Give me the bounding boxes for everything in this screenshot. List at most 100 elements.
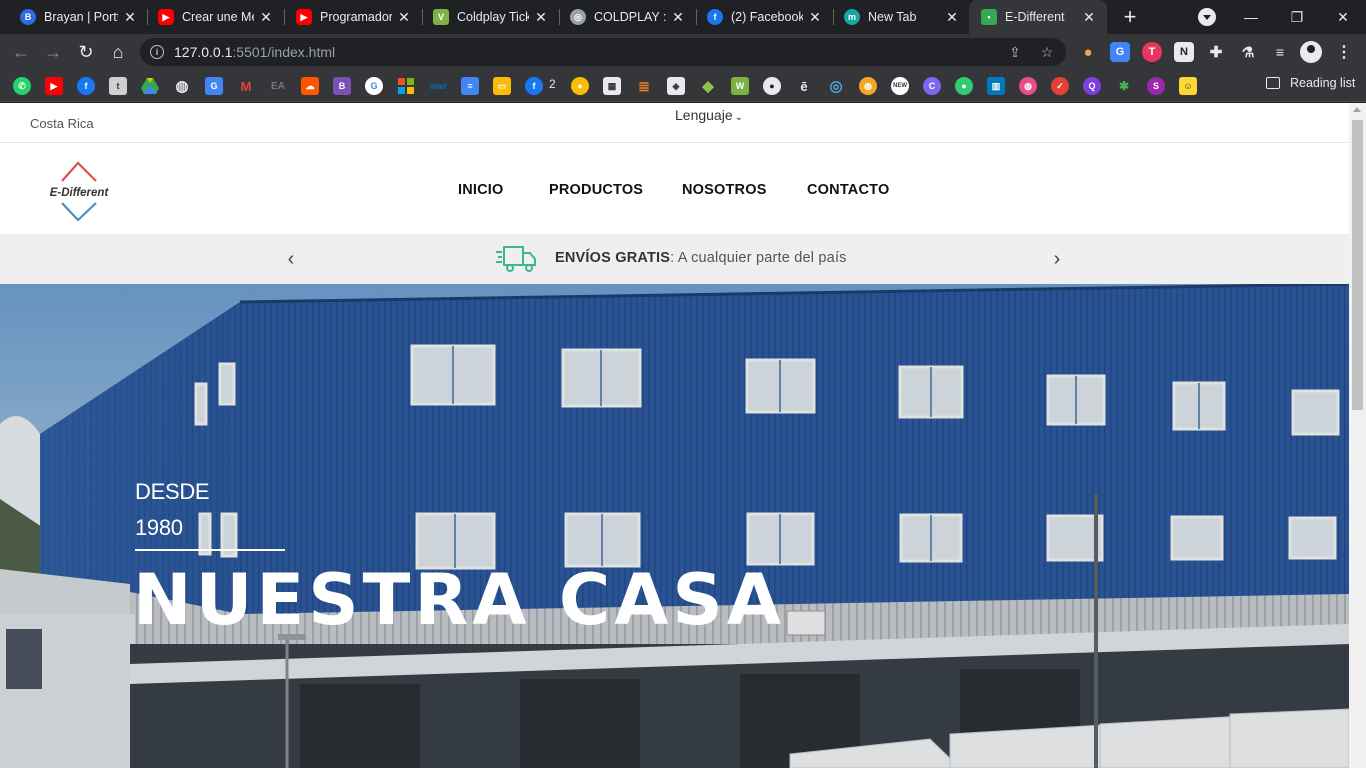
- site-icon: ▪: [981, 9, 997, 25]
- tab-new-tab[interactable]: m New Tab ✕: [832, 0, 970, 34]
- gmail-icon[interactable]: M: [237, 77, 255, 95]
- chevron-right-icon[interactable]: ›: [1047, 248, 1067, 270]
- c-icon[interactable]: C: [923, 77, 941, 95]
- bookmark-count-label[interactable]: 2: [549, 77, 556, 91]
- tab-title: E-Different: [1005, 10, 1065, 24]
- intel-icon[interactable]: intel: [429, 77, 447, 95]
- notion-icon[interactable]: N: [1174, 42, 1194, 62]
- menu-kebab-icon[interactable]: ⋮: [1334, 42, 1354, 62]
- back-arrow-icon[interactable]: ←: [8, 39, 34, 65]
- translate-icon[interactable]: G: [1110, 42, 1130, 62]
- tumblr-icon[interactable]: t: [109, 77, 127, 95]
- facebook-icon[interactable]: f: [77, 77, 95, 95]
- diamond-icon[interactable]: ◆: [699, 77, 717, 95]
- restore-icon[interactable]: ❐: [1274, 0, 1320, 34]
- target-icon[interactable]: ◎: [827, 77, 845, 95]
- tab-strip: B Brayan | Portfo ✕ ▶ Crear une Me ✕ ▶ P…: [0, 0, 1366, 34]
- slack-like-icon[interactable]: ✱: [1115, 77, 1133, 95]
- google-icon[interactable]: G: [365, 77, 383, 95]
- language-dropdown[interactable]: Lenguaje ⌄: [675, 107, 743, 123]
- minimize-icon[interactable]: —: [1228, 0, 1274, 34]
- google-drive-icon[interactable]: [141, 77, 159, 95]
- soundcloud-icon[interactable]: ☁: [301, 77, 319, 95]
- truck-icon: [495, 244, 537, 274]
- nav-nosotros[interactable]: NOSOTROS: [682, 182, 767, 198]
- dribbble-icon[interactable]: ◍: [1019, 77, 1037, 95]
- close-icon[interactable]: ✕: [533, 9, 549, 25]
- whatsapp-icon[interactable]: ✆: [13, 77, 31, 95]
- qr-code-icon[interactable]: ▦: [603, 77, 621, 95]
- close-window-icon[interactable]: ✕: [1320, 0, 1366, 34]
- reading-list-button[interactable]: Reading list: [1266, 76, 1355, 90]
- reload-icon[interactable]: ↻: [73, 39, 99, 65]
- close-icon[interactable]: ✕: [1081, 9, 1097, 25]
- site-logo[interactable]: E-Different: [40, 159, 120, 222]
- tab-coldplay-e[interactable]: ◎ COLDPLAY : E ✕: [558, 0, 696, 34]
- google-slides-icon[interactable]: ▭: [493, 77, 511, 95]
- url-text[interactable]: 127.0.0.1:5501/index.html: [174, 44, 335, 60]
- labs-flask-icon[interactable]: ⚗: [1238, 42, 1258, 62]
- hero-divider: [135, 549, 285, 551]
- globe-orange-icon[interactable]: ◍: [859, 77, 877, 95]
- snapchat-icon[interactable]: ☺: [1179, 77, 1197, 95]
- s-icon[interactable]: S: [1147, 77, 1165, 95]
- tab-title: Coldplay Tick: [457, 10, 529, 24]
- nav-inicio[interactable]: INICIO: [458, 182, 504, 198]
- github-icon[interactable]: ●: [763, 77, 781, 95]
- youtube-icon[interactable]: ▶: [45, 77, 63, 95]
- tab-programador[interactable]: ▶ Programador ✕: [284, 0, 422, 34]
- nav-contacto[interactable]: CONTACTO: [807, 182, 889, 198]
- media-playlist-icon[interactable]: ≡: [1270, 42, 1290, 62]
- extensions-puzzle-icon[interactable]: ✚: [1206, 42, 1226, 62]
- tab-brayan-portfolio[interactable]: B Brayan | Portfo ✕: [8, 0, 148, 34]
- bookmark-star-icon[interactable]: ☆: [1038, 43, 1056, 61]
- trello-icon[interactable]: ▥: [987, 77, 1005, 95]
- extension-t-icon[interactable]: T: [1142, 42, 1162, 62]
- scroll-up-arrow-icon[interactable]: [1353, 107, 1361, 112]
- tab-search-icon[interactable]: [1198, 8, 1216, 26]
- keep-icon[interactable]: ●: [571, 77, 589, 95]
- ea-icon[interactable]: EA: [269, 77, 287, 95]
- frog-icon[interactable]: ●: [955, 77, 973, 95]
- globe-icon[interactable]: ◍: [173, 77, 191, 95]
- info-icon[interactable]: i: [150, 45, 164, 59]
- logo-text: E-Different: [50, 187, 110, 199]
- tab-crear-une[interactable]: ▶ Crear une Me ✕: [146, 0, 284, 34]
- close-icon[interactable]: ✕: [122, 9, 138, 25]
- q-icon[interactable]: Q: [1083, 77, 1101, 95]
- tab-facebook[interactable]: f (2) Facebook ✕: [695, 0, 833, 34]
- bootstrap-icon[interactable]: B: [333, 77, 351, 95]
- close-icon[interactable]: ✕: [396, 9, 412, 25]
- hero-banner: DESDE 1980 NUESTRA CASA: [0, 284, 1349, 768]
- new-tab-button[interactable]: +: [1118, 4, 1142, 29]
- share-icon[interactable]: ⇪: [1006, 43, 1024, 61]
- chevron-left-icon[interactable]: ‹: [281, 248, 301, 270]
- microsoft-icon[interactable]: [397, 77, 415, 95]
- facebook-icon[interactable]: f: [525, 77, 543, 95]
- close-icon[interactable]: ✕: [670, 9, 686, 25]
- close-icon[interactable]: ✕: [807, 9, 823, 25]
- stackoverflow-icon[interactable]: ≣: [635, 77, 653, 95]
- profile-avatar[interactable]: [1300, 41, 1322, 63]
- extension-flame-icon[interactable]: ●: [1078, 42, 1098, 62]
- reading-list-icon: [1266, 77, 1280, 89]
- page-scrollbar[interactable]: [1349, 103, 1366, 768]
- scroll-thumb[interactable]: [1352, 120, 1363, 410]
- tab-coldplay-tickets[interactable]: V Coldplay Tick ✕: [421, 0, 559, 34]
- new-icon[interactable]: NEW: [891, 77, 909, 95]
- e-icon[interactable]: ē: [795, 77, 813, 95]
- close-icon[interactable]: ✕: [944, 9, 960, 25]
- nav-productos[interactable]: PRODUCTOS: [549, 182, 643, 198]
- w-icon[interactable]: W: [731, 77, 749, 95]
- home-icon[interactable]: ⌂: [105, 39, 131, 65]
- forward-arrow-icon[interactable]: →: [40, 39, 66, 65]
- close-icon[interactable]: ✕: [258, 9, 274, 25]
- tab-e-different[interactable]: ▪ E-Different ✕: [969, 0, 1107, 34]
- extension-square-icon[interactable]: ◈: [667, 77, 685, 95]
- address-bar[interactable]: i 127.0.0.1:5501/index.html ⇪ ☆: [140, 38, 1066, 66]
- tab-title: New Tab: [868, 10, 917, 24]
- todoist-icon[interactable]: ✓: [1051, 77, 1069, 95]
- translate-icon[interactable]: G: [205, 77, 223, 95]
- google-docs-icon[interactable]: ≡: [461, 77, 479, 95]
- bookmarks-bar: ✆ ▶ f t ◍ G M EA ☁ B G intel ≡ ▭ f 2 ● ▦…: [0, 70, 1366, 102]
